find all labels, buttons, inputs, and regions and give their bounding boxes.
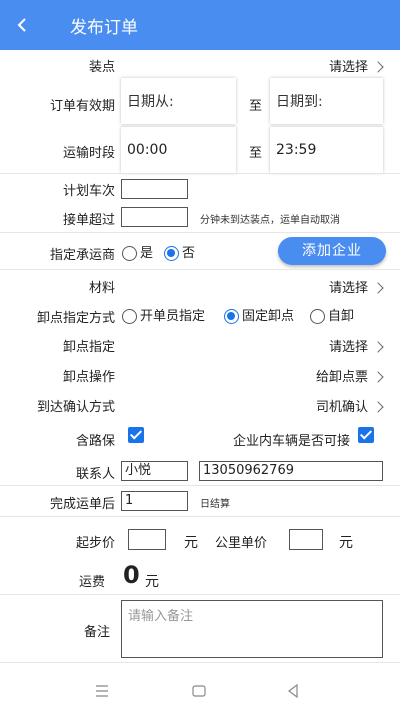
top-bar: 发布订单 (0, 0, 400, 50)
chevron-right-icon (372, 340, 384, 353)
radio-selected-icon (224, 309, 239, 324)
transport-to-text: 23:59 (276, 142, 317, 158)
system-nav-bar (0, 671, 400, 711)
validity-to-input[interactable]: 日期到: (270, 78, 383, 124)
plan-trips-label: 计划车次 (62, 184, 115, 199)
divider (0, 485, 400, 486)
remark-input[interactable]: 请输入备注 (121, 600, 383, 658)
remark-placeholder: 请输入备注 (128, 609, 194, 624)
unload-mode-opt2-text: 固定卸点 (242, 309, 295, 324)
km-price-label: 公里单价 (214, 536, 267, 551)
unload-mode-opt2[interactable]: 固定卸点 (224, 305, 294, 324)
validity-label: 订单有效期 (49, 99, 115, 114)
arrival-confirm-label: 到达确认方式 (36, 400, 115, 415)
carrier-no-option[interactable]: 否 (164, 242, 195, 261)
unload-op-action: 给卸点票 (315, 370, 368, 385)
validity-to-text: 日期到: (276, 94, 323, 110)
chevron-right-icon (372, 400, 384, 413)
freight-unit: 元 (145, 574, 159, 590)
km-price-input[interactable] (289, 529, 323, 550)
home-icon[interactable] (192, 685, 206, 697)
contact-phone-input[interactable]: 13050962769 (199, 461, 383, 481)
arrival-confirm-select[interactable]: 司机确认 (315, 396, 384, 415)
radio-icon (122, 246, 137, 261)
radio-selected-icon (164, 246, 179, 261)
load-point-select[interactable]: 请选择 (328, 56, 384, 75)
unload-mode-opt1-text: 开单员指定 (140, 309, 206, 324)
carrier-label: 指定承运商 (49, 248, 115, 263)
freight-value: 0 (123, 561, 140, 589)
accept-timeout-label: 接单超过 (62, 213, 115, 228)
road-insurance-checkbox[interactable] (128, 427, 144, 443)
unload-mode-opt1[interactable]: 开单员指定 (122, 305, 205, 324)
unload-mode-label: 卸点指定方式 (36, 311, 115, 326)
internal-vehicle-label: 企业内车辆是否可接 (232, 434, 350, 449)
validity-from-input[interactable]: 日期从: (121, 78, 236, 124)
unload-point-select[interactable]: 请选择 (328, 336, 384, 355)
carrier-yes-option[interactable]: 是 (122, 242, 153, 261)
radio-icon (310, 309, 325, 324)
divider (0, 173, 400, 174)
add-company-button[interactable]: 添加企业 (278, 237, 386, 265)
arrival-confirm-action: 司机确认 (315, 400, 368, 415)
material-label: 材料 (88, 281, 115, 296)
remark-label: 备注 (83, 625, 110, 640)
unload-point-label: 卸点指定 (62, 340, 115, 355)
accept-timeout-hint: 分钟未到达装点，运单自动取消 (200, 215, 340, 226)
settlement-label: 完成运单后 (49, 497, 115, 512)
load-point-action: 请选择 (328, 60, 368, 75)
unload-op-select[interactable]: 给卸点票 (315, 366, 384, 385)
radio-icon (122, 309, 137, 324)
road-insurance-label: 含路保 (75, 434, 115, 449)
settlement-unit: 日结算 (200, 499, 230, 510)
accept-timeout-input[interactable] (121, 207, 188, 227)
carrier-yes-text: 是 (140, 246, 154, 261)
transport-to-input[interactable]: 23:59 (270, 127, 383, 173)
validity-sep: 至 (248, 99, 262, 114)
checkbox-checked-icon (128, 427, 144, 443)
checkbox-checked-icon (358, 427, 374, 443)
contact-name-input[interactable]: 小悦 (121, 461, 188, 481)
plan-trips-input[interactable] (121, 179, 188, 199)
internal-vehicle-checkbox[interactable] (358, 427, 374, 443)
transport-time-label: 运输时段 (62, 146, 115, 161)
start-price-label: 起步价 (75, 536, 115, 551)
transport-from-text: 00:00 (127, 142, 168, 158)
chevron-right-icon (372, 370, 384, 383)
unload-mode-opt3[interactable]: 自卸 (310, 305, 354, 324)
unload-point-action: 请选择 (328, 340, 368, 355)
back-button[interactable] (0, 0, 44, 50)
load-point-label: 装点 (88, 60, 115, 75)
chevron-right-icon (372, 281, 384, 294)
chevron-right-icon (372, 60, 384, 73)
chevron-left-icon (17, 18, 26, 32)
menu-icon[interactable] (95, 685, 109, 697)
km-price-unit: 元 (339, 535, 353, 551)
divider (0, 232, 400, 233)
unload-op-label: 卸点操作 (62, 370, 115, 385)
freight-label: 运费 (78, 575, 105, 590)
divider (0, 269, 400, 270)
divider (0, 662, 400, 663)
start-price-unit: 元 (184, 535, 198, 551)
start-price-input[interactable] (128, 529, 166, 550)
transport-sep: 至 (248, 146, 262, 161)
unload-mode-opt3-text: 自卸 (328, 309, 355, 324)
divider (0, 594, 400, 595)
transport-from-input[interactable]: 00:00 (121, 127, 236, 173)
contact-label: 联系人 (75, 467, 115, 482)
material-select[interactable]: 请选择 (328, 277, 384, 296)
material-action: 请选择 (328, 281, 368, 296)
validity-from-text: 日期从: (127, 94, 174, 110)
carrier-no-text: 否 (182, 246, 196, 261)
divider (0, 516, 400, 517)
page-title: 发布订单 (70, 17, 138, 38)
settlement-days-input[interactable]: 1 (121, 491, 188, 511)
back-triangle-icon[interactable] (287, 684, 299, 698)
